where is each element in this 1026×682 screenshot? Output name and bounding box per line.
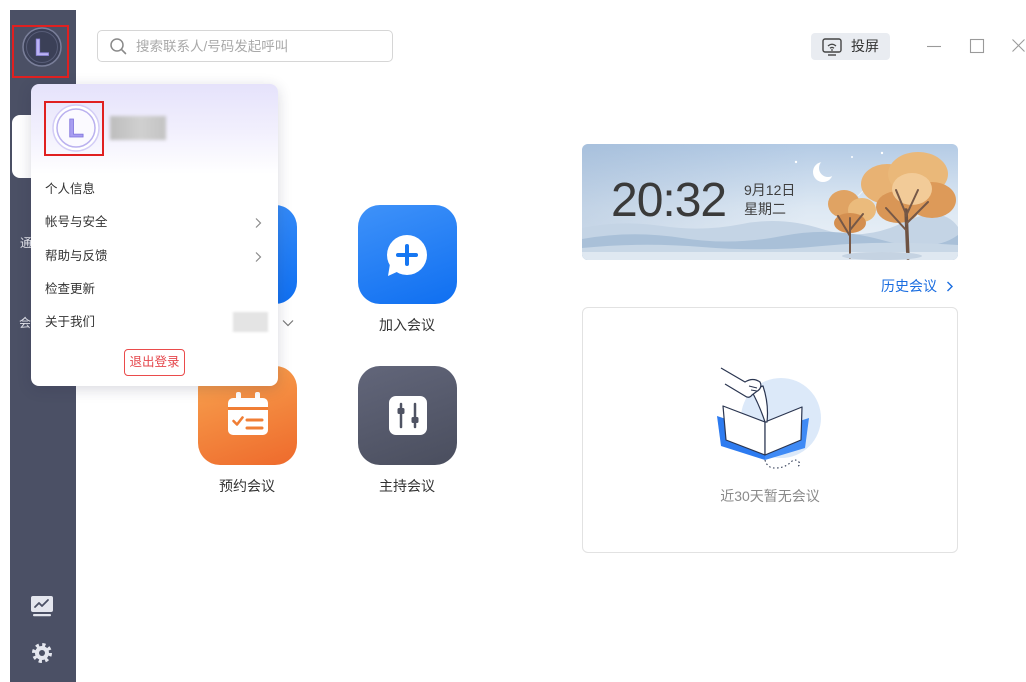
menu-item-personal-info[interactable]: 个人信息 xyxy=(31,173,278,206)
menu-item-label: 帮助与反馈 xyxy=(45,249,108,263)
sliders-icon xyxy=(389,396,427,435)
clock-date: 9月12日 xyxy=(744,182,796,198)
chevron-right-icon xyxy=(254,217,262,229)
menu-item-help-feedback[interactable]: 帮助与反馈 xyxy=(31,240,278,273)
close-icon[interactable] xyxy=(1011,38,1026,53)
clock-weekday: 星期二 xyxy=(744,201,786,217)
schedule-meeting-label: 预约会议 xyxy=(219,478,275,494)
menu-item-label: 帐号与安全 xyxy=(45,215,108,229)
chevron-right-icon[interactable] xyxy=(946,281,954,292)
menu-item-label: 关于我们 xyxy=(45,315,96,329)
maximize-icon[interactable] xyxy=(969,38,985,54)
menu-item-check-update[interactable]: 检查更新 xyxy=(31,273,278,306)
monitor-chart-icon[interactable] xyxy=(29,593,55,619)
gear-icon[interactable] xyxy=(30,641,54,665)
screen-cast-label: 投屏 xyxy=(851,38,879,54)
clock-time: 20:32 xyxy=(611,174,727,227)
sidebar-item-label[interactable]: 会 xyxy=(19,316,31,330)
version-redacted xyxy=(233,312,268,332)
host-meeting-button[interactable] xyxy=(358,366,457,465)
join-meeting-icon xyxy=(387,235,427,276)
minimize-icon[interactable] xyxy=(926,39,942,53)
join-meeting-label: 加入会议 xyxy=(379,317,435,333)
history-meetings-link[interactable]: 历史会议 xyxy=(881,277,937,295)
highlight-box-profile-avatar xyxy=(44,101,104,156)
join-meeting-button[interactable] xyxy=(358,205,457,304)
open-book-icon xyxy=(705,360,845,470)
clock-card: 20:32 9月12日 星期二 xyxy=(582,144,958,260)
chevron-down-icon[interactable] xyxy=(282,317,294,329)
highlight-box-sidebar-avatar xyxy=(12,25,69,78)
host-meeting-label: 主持会议 xyxy=(379,478,435,494)
menu-item-account-security[interactable]: 帐号与安全 xyxy=(31,206,278,239)
chevron-right-icon xyxy=(254,251,262,263)
menu-item-label: 个人信息 xyxy=(45,182,96,196)
user-name-redacted xyxy=(110,116,166,140)
empty-state-message: 近30天暂无会议 xyxy=(720,488,820,504)
search-icon xyxy=(109,37,127,55)
search-input[interactable] xyxy=(136,31,386,61)
screen-cast-icon xyxy=(822,38,842,56)
menu-item-label: 检查更新 xyxy=(45,282,96,296)
search-box[interactable] xyxy=(97,30,393,62)
screen-cast-button[interactable]: 投屏 xyxy=(811,33,890,60)
logout-button[interactable]: 退出登录 xyxy=(124,349,185,376)
